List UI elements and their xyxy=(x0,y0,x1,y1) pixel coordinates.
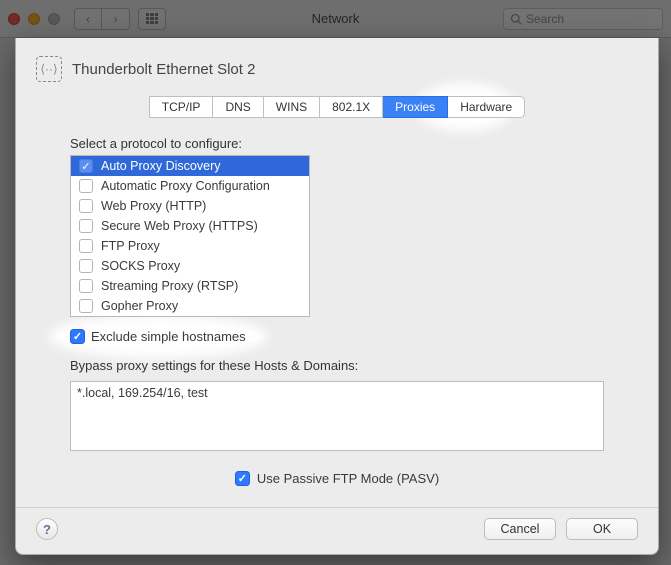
protocol-item-socks[interactable]: SOCKS Proxy xyxy=(71,256,309,276)
protocol-item-label: Automatic Proxy Configuration xyxy=(101,179,270,193)
tab-8021x[interactable]: 802.1X xyxy=(320,96,383,118)
cancel-button[interactable]: Cancel xyxy=(484,518,556,540)
window-traffic-lights[interactable] xyxy=(8,13,60,25)
search-input[interactable]: Search xyxy=(503,8,663,30)
protocol-item-label: FTP Proxy xyxy=(101,239,160,253)
grid-icon xyxy=(146,13,158,25)
pasv-label: Use Passive FTP Mode (PASV) xyxy=(257,471,439,486)
forward-button[interactable]: › xyxy=(102,8,130,30)
pasv-checkbox[interactable] xyxy=(235,471,250,486)
checkbox-icon[interactable] xyxy=(79,239,93,253)
close-window-icon[interactable] xyxy=(8,13,20,25)
checkbox-icon[interactable] xyxy=(79,259,93,273)
advanced-sheet: ⟨··⟩ Thunderbolt Ethernet Slot 2 TCP/IP … xyxy=(15,38,659,555)
checkbox-icon[interactable] xyxy=(79,159,93,173)
search-placeholder: Search xyxy=(526,12,564,26)
bypass-textarea[interactable]: *.local, 169.254/16, test xyxy=(70,381,604,451)
tab-bar: TCP/IP DNS WINS 802.1X Proxies Hardware xyxy=(36,96,638,118)
ok-button[interactable]: OK xyxy=(566,518,638,540)
chevron-left-icon: ‹ xyxy=(86,12,90,26)
tab-proxies[interactable]: Proxies xyxy=(383,96,448,118)
exclude-hostnames-checkbox[interactable] xyxy=(70,329,85,344)
protocol-item-gopher[interactable]: Gopher Proxy xyxy=(71,296,309,316)
checkbox-icon[interactable] xyxy=(79,179,93,193)
protocol-item-label: Gopher Proxy xyxy=(101,299,178,313)
protocol-item-https[interactable]: Secure Web Proxy (HTTPS) xyxy=(71,216,309,236)
checkbox-icon[interactable] xyxy=(79,279,93,293)
tab-tcpip[interactable]: TCP/IP xyxy=(149,96,214,118)
tab-hardware[interactable]: Hardware xyxy=(448,96,525,118)
minimize-window-icon[interactable] xyxy=(28,13,40,25)
protocol-item-label: Secure Web Proxy (HTTPS) xyxy=(101,219,258,233)
sheet-title: Thunderbolt Ethernet Slot 2 xyxy=(72,61,255,78)
bypass-value: *.local, 169.254/16, test xyxy=(77,386,208,400)
protocol-item-label: Streaming Proxy (RTSP) xyxy=(101,279,238,293)
protocol-item-http[interactable]: Web Proxy (HTTP) xyxy=(71,196,309,216)
protocol-item-auto-config[interactable]: Automatic Proxy Configuration xyxy=(71,176,309,196)
show-all-button[interactable] xyxy=(138,8,166,30)
checkbox-icon[interactable] xyxy=(79,219,93,233)
protocol-item-label: SOCKS Proxy xyxy=(101,259,180,273)
protocol-item-ftp[interactable]: FTP Proxy xyxy=(71,236,309,256)
protocol-item-rtsp[interactable]: Streaming Proxy (RTSP) xyxy=(71,276,309,296)
checkbox-icon[interactable] xyxy=(79,299,93,313)
tab-wins[interactable]: WINS xyxy=(264,96,320,118)
exclude-hostnames-label: Exclude simple hostnames xyxy=(91,329,246,344)
ethernet-icon: ⟨··⟩ xyxy=(36,56,62,82)
protocol-list[interactable]: Auto Proxy Discovery Automatic Proxy Con… xyxy=(70,155,310,317)
checkbox-icon[interactable] xyxy=(79,199,93,213)
window-title: Network xyxy=(312,11,360,26)
zoom-window-icon xyxy=(48,13,60,25)
help-button[interactable]: ? xyxy=(36,518,58,540)
search-icon xyxy=(510,13,522,25)
protocol-item-auto-discovery[interactable]: Auto Proxy Discovery xyxy=(71,156,309,176)
tab-dns[interactable]: DNS xyxy=(213,96,263,118)
protocol-item-label: Auto Proxy Discovery xyxy=(101,159,220,173)
chevron-right-icon: › xyxy=(114,12,118,26)
back-button[interactable]: ‹ xyxy=(74,8,102,30)
protocol-label: Select a protocol to configure: xyxy=(70,136,604,151)
protocol-item-label: Web Proxy (HTTP) xyxy=(101,199,206,213)
bypass-label: Bypass proxy settings for these Hosts & … xyxy=(70,358,604,373)
